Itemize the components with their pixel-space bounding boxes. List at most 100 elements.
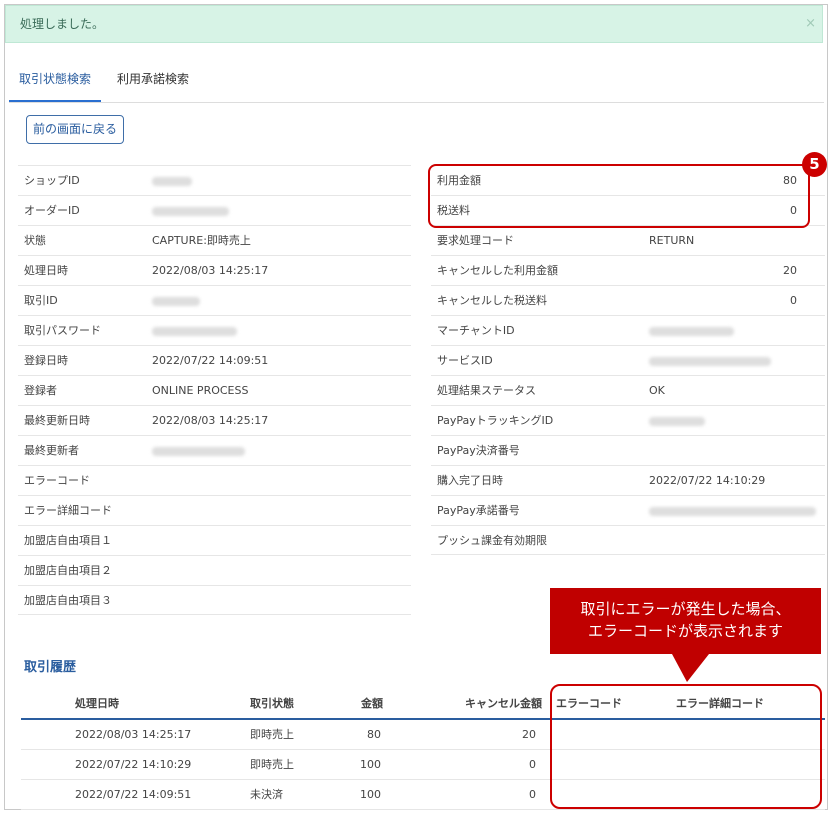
- right-field-row: PayPay承諾番号: [431, 495, 825, 525]
- field-label: キャンセルした利用金額: [437, 264, 558, 277]
- redacted-value: [152, 286, 200, 316]
- left-field-row: 加盟店自由項目１: [18, 525, 411, 555]
- field-value: 20: [783, 264, 797, 277]
- redaction-blur: [649, 506, 816, 516]
- callout-pointer: [672, 654, 709, 682]
- field-label: 状態: [24, 234, 46, 247]
- left-field-row: 登録者 ONLINE PROCESS: [18, 375, 411, 405]
- right-field-row: 処理結果ステータス OK: [431, 375, 825, 405]
- col-cancel-amount: キャンセル金額: [465, 697, 542, 710]
- left-field-row: 加盟店自由項目２: [18, 555, 411, 585]
- cell-status: 即時売上: [250, 758, 294, 771]
- field-value: 0: [790, 294, 797, 307]
- redaction-blur: [649, 326, 734, 336]
- field-label: 加盟店自由項目１: [24, 534, 112, 547]
- error-callout: 取引にエラーが発生した場合、 エラーコードが表示されます: [550, 588, 821, 654]
- cell-date: 2022/08/03 14:25:17: [75, 728, 192, 741]
- left-field-row: 処理日時 2022/08/03 14:25:17: [18, 255, 411, 285]
- redacted-value: [152, 196, 229, 226]
- field-label: 処理日時: [24, 264, 68, 277]
- field-value: ONLINE PROCESS: [152, 384, 249, 397]
- field-label: 登録者: [24, 384, 57, 397]
- right-field-row: キャンセルした利用金額 20: [431, 255, 825, 285]
- redacted-value: [649, 496, 816, 526]
- cell-cancel-amount: 20: [522, 728, 536, 741]
- field-label: 処理結果ステータス: [437, 384, 536, 397]
- col-amount: 金額: [361, 697, 383, 710]
- step-badge: 5: [802, 152, 827, 177]
- field-label: ショップID: [24, 174, 80, 187]
- field-label: 最終更新者: [24, 444, 79, 457]
- tab-transaction-search[interactable]: 取引状態検索: [9, 60, 101, 102]
- success-alert: 処理しました。 ×: [5, 5, 823, 43]
- cell-cancel-amount: 0: [529, 758, 536, 771]
- left-field-row: 登録日時 2022/07/22 14:09:51: [18, 345, 411, 375]
- field-value: 2022/07/22 14:09:51: [152, 354, 269, 367]
- col-date: 処理日時: [75, 697, 119, 710]
- field-label: オーダーID: [24, 204, 80, 217]
- field-label: マーチャントID: [437, 324, 515, 337]
- redaction-blur: [152, 326, 237, 336]
- field-value: 2022/08/03 14:25:17: [152, 414, 269, 427]
- cell-status: 未決済: [250, 788, 283, 801]
- field-value: 2022/08/03 14:25:17: [152, 264, 269, 277]
- field-label: エラー詳細コード: [24, 504, 112, 517]
- callout-line-1: 取引にエラーが発生した場合、: [580, 600, 791, 618]
- history-title: 取引履歴: [24, 660, 77, 675]
- cell-amount: 100: [360, 788, 381, 801]
- redaction-blur: [649, 356, 771, 366]
- tab-bar: 取引状態検索 利用承諾検索: [9, 60, 824, 103]
- amount-highlight-box: [428, 164, 810, 228]
- alert-message: 処理しました。: [20, 17, 105, 31]
- cell-status: 即時売上: [250, 728, 294, 741]
- field-label: キャンセルした税送料: [437, 294, 547, 307]
- field-label: PayPay承諾番号: [437, 504, 520, 517]
- left-field-row: エラー詳細コード: [18, 495, 411, 525]
- field-label: 加盟店自由項目２: [24, 564, 112, 577]
- redaction-blur: [649, 416, 705, 426]
- tab-consent-search[interactable]: 利用承諾検索: [117, 60, 189, 100]
- cell-amount: 100: [360, 758, 381, 771]
- redacted-value: [649, 346, 771, 376]
- error-columns-highlight: [550, 684, 822, 809]
- field-label: 加盟店自由項目３: [24, 594, 112, 607]
- left-field-row: 取引ID: [18, 285, 411, 315]
- redacted-value: [649, 316, 734, 346]
- left-field-row: 取引パスワード: [18, 315, 411, 345]
- right-field-row: PayPayトラッキングID: [431, 405, 825, 435]
- back-button[interactable]: 前の画面に戻る: [26, 115, 124, 144]
- redaction-blur: [152, 206, 229, 216]
- field-value: OK: [649, 384, 665, 397]
- field-value: RETURN: [649, 234, 695, 247]
- field-value: 2022/07/22 14:10:29: [649, 474, 766, 487]
- field-label: PayPay決済番号: [437, 444, 520, 457]
- field-label: 取引パスワード: [24, 324, 101, 337]
- right-field-row: マーチャントID: [431, 315, 825, 345]
- field-label: PayPayトラッキングID: [437, 414, 554, 427]
- col-status: 取引状態: [250, 697, 294, 710]
- redaction-blur: [152, 296, 200, 306]
- redacted-value: [152, 316, 237, 346]
- cell-date: 2022/07/22 14:09:51: [75, 788, 192, 801]
- cell-date: 2022/07/22 14:10:29: [75, 758, 192, 771]
- field-label: 取引ID: [24, 294, 58, 307]
- right-field-row: サービスID: [431, 345, 825, 375]
- field-label: サービスID: [437, 354, 493, 367]
- right-field-row: 要求処理コード RETURN: [431, 225, 825, 255]
- redaction-blur: [152, 176, 192, 186]
- callout-line-2: エラーコードが表示されます: [587, 622, 783, 640]
- cell-cancel-amount: 0: [529, 788, 536, 801]
- transaction-info-left: ショップID オーダーID 状態 CAPTURE:即時売上処理日時 2022/08/03…: [18, 165, 411, 615]
- field-label: 登録日時: [24, 354, 68, 367]
- right-field-row: プッシュ課金有効期限: [431, 525, 825, 555]
- left-field-row: 状態 CAPTURE:即時売上: [18, 225, 411, 255]
- redacted-value: [152, 166, 192, 196]
- left-field-row: エラーコード: [18, 465, 411, 495]
- field-label: エラーコード: [24, 474, 90, 487]
- redacted-value: [649, 406, 705, 436]
- redacted-value: [152, 436, 245, 466]
- close-icon[interactable]: ×: [805, 6, 816, 42]
- left-field-row: オーダーID: [18, 195, 411, 225]
- right-field-row: 購入完了日時 2022/07/22 14:10:29: [431, 465, 825, 495]
- left-field-row: 最終更新者: [18, 435, 411, 465]
